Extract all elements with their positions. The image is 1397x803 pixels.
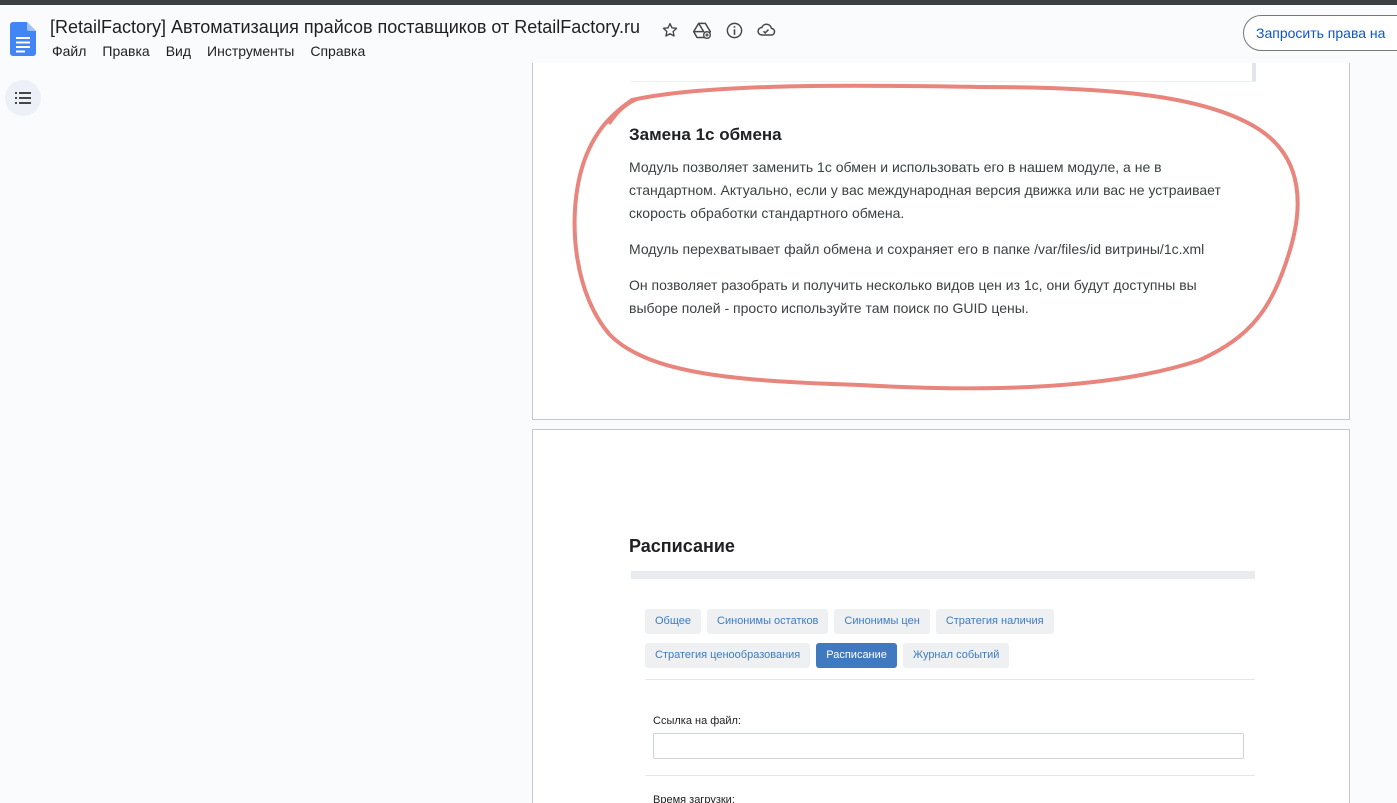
paragraph: Он позволяет разобрать и получить нескол… [629, 277, 1197, 316]
title-icon-group [658, 18, 778, 42]
cloud-status-icon[interactable] [754, 18, 778, 42]
menu-tools[interactable]: Инструменты [199, 43, 302, 59]
menu-help[interactable]: Справка [302, 43, 373, 59]
file-link-field [653, 733, 1244, 759]
load-time-label: Время загрузки: [653, 794, 735, 803]
divider [645, 679, 1255, 680]
google-docs-logo-icon[interactable] [10, 22, 36, 56]
menu-bar: Файл Правка Вид Инструменты Справка [44, 43, 373, 59]
screenshot-header-bar [631, 571, 1255, 579]
settings-tabs-row: Стратегия ценообразования Расписание Жур… [645, 643, 1010, 668]
tab-availability-strategy: Стратегия наличия [935, 609, 1054, 634]
star-icon[interactable] [658, 18, 682, 42]
section-heading-1c: Замена 1с обмена [629, 125, 782, 144]
tab-pricing-strategy: Стратегия ценообразования [645, 643, 811, 668]
menu-edit[interactable]: Правка [94, 43, 157, 59]
info-icon[interactable] [722, 18, 746, 42]
menu-file[interactable]: Файл [44, 43, 94, 59]
tab-general: Общее [645, 609, 702, 634]
docs-header: [RetailFactory] Автоматизация прайсов по… [0, 5, 1397, 63]
request-access-button[interactable]: Запросить права на [1243, 15, 1397, 51]
paragraph: Модуль позволяет заменить 1с обмен и исп… [629, 159, 1221, 221]
move-to-drive-icon[interactable] [690, 18, 714, 42]
section-heading-schedule: Расписание [629, 536, 735, 556]
tab-event-log: Журнал событий [902, 643, 1010, 668]
menu-view[interactable]: Вид [158, 43, 199, 59]
document-title[interactable]: [RetailFactory] Автоматизация прайсов по… [50, 17, 640, 38]
file-link-label: Ссылка на файл: [653, 715, 742, 727]
tab-stock-synonyms: Синонимы остатков [707, 609, 829, 634]
embedded-screenshot: Общее Синонимы остатков Синонимы цен Стр… [631, 571, 1255, 803]
embedded-image-partial [631, 63, 1256, 82]
document-outline-icon[interactable] [5, 80, 41, 116]
tab-price-synonyms: Синонимы цен [834, 609, 930, 634]
tab-schedule: Расписание [816, 643, 897, 668]
paragraph: Модуль перехватывает файл обмена и сохра… [629, 241, 1205, 257]
divider [645, 775, 1255, 776]
settings-tabs-row: Общее Синонимы остатков Синонимы цен Стр… [645, 609, 1054, 634]
